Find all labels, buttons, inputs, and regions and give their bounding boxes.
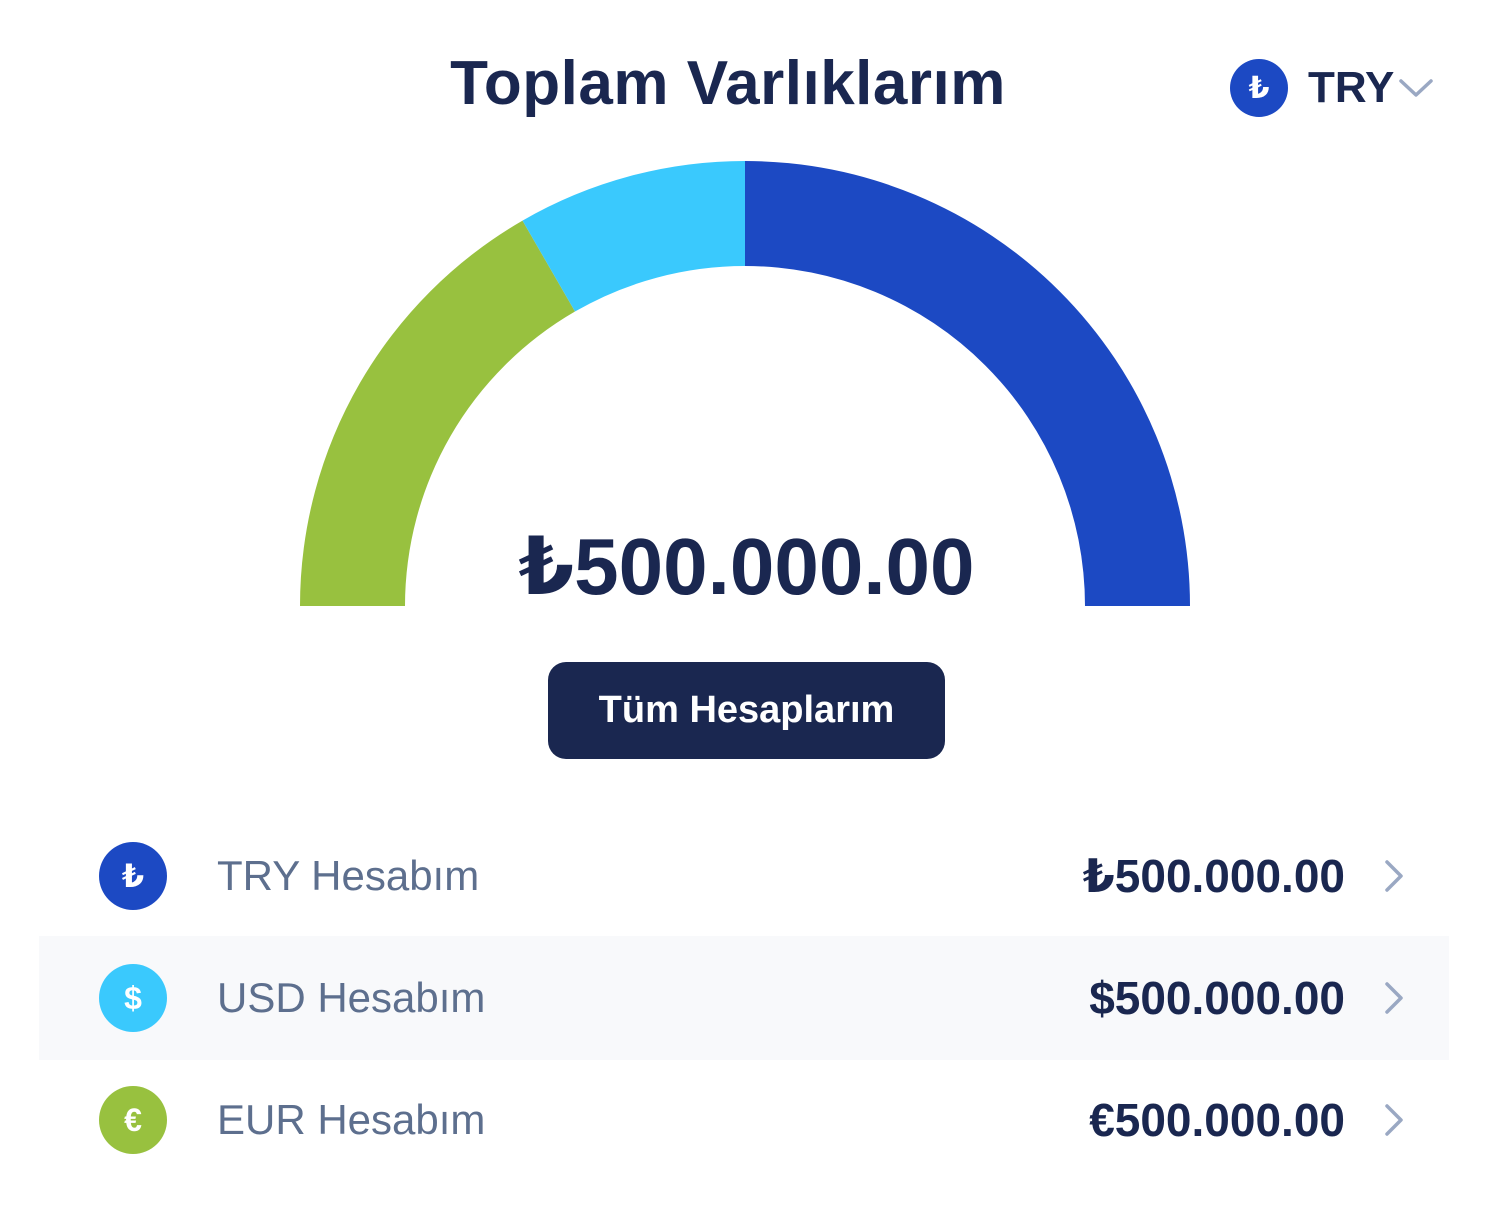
account-name: TRY Hesabım bbox=[217, 852, 480, 899]
account-name: EUR Hesabım bbox=[217, 1096, 486, 1143]
chevron-right-icon bbox=[1379, 978, 1409, 1018]
assets-page: Toplam Varlıklarım ₺ TRY ₺500.000.00 Tüm… bbox=[0, 0, 1493, 1206]
account-amount: €500.000.00 bbox=[1089, 1094, 1345, 1146]
account-amount: $500.000.00 bbox=[1089, 972, 1345, 1024]
chevron-right-icon bbox=[1379, 1100, 1409, 1140]
all-accounts-button[interactable]: Tüm Hesaplarım bbox=[548, 662, 945, 759]
account-row-try[interactable]: ₺ TRY Hesabım ₺500.000.00 bbox=[39, 816, 1449, 936]
total-amount: ₺500.000.00 bbox=[518, 522, 975, 611]
dollar-icon: $ bbox=[99, 964, 167, 1032]
account-row-eur[interactable]: € EUR Hesabım €500.000.00 bbox=[39, 1060, 1449, 1180]
accounts-list: ₺ TRY Hesabım ₺500.000.00 $ USD Hesabım … bbox=[39, 816, 1449, 1180]
chevron-right-icon bbox=[1379, 856, 1409, 896]
account-name: USD Hesabım bbox=[217, 974, 486, 1021]
account-amount: ₺500.000.00 bbox=[1082, 850, 1345, 902]
account-row-usd[interactable]: $ USD Hesabım $500.000.00 bbox=[39, 936, 1449, 1060]
lira-icon: ₺ bbox=[99, 842, 167, 910]
euro-icon: € bbox=[99, 1086, 167, 1154]
